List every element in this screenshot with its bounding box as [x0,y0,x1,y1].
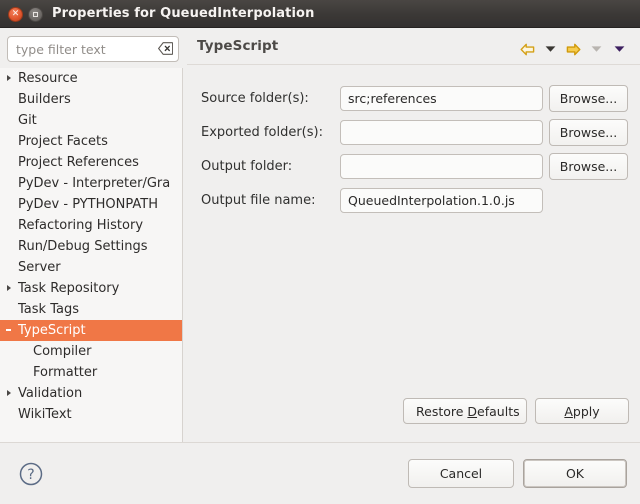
sidebar-item-refactoring-history[interactable]: Refactoring History [0,215,182,236]
clear-backspace-icon[interactable] [158,42,173,55]
expand-arrow-open-icon[interactable] [6,329,11,331]
output-folder-label: Output folder: [201,159,293,174]
form-row: Output folder: Browse... [187,152,640,186]
maximize-square-glyph [33,12,38,17]
exported-folder-s-browse-button[interactable]: Browse... [549,119,628,146]
sidebar-item-label: Task Repository [18,281,120,296]
close-x-glyph: ✕ [11,9,20,19]
output-folder-browse-button[interactable]: Browse... [549,153,628,180]
source-folder-s-label: Source folder(s): [201,91,309,106]
sidebar-item-label: Project References [18,155,139,170]
source-folder-s-input[interactable] [340,86,543,111]
sidebar-item-project-facets[interactable]: Project Facets [0,131,182,152]
sidebar-item-run-debug-settings[interactable]: Run/Debug Settings [0,236,182,257]
restore-defaults-mnemonic: D [467,403,478,419]
form-action-buttons: Restore Defaults Apply [403,398,629,424]
sidebar-item-resource[interactable]: Resource [0,68,182,89]
sidebar-item-compiler[interactable]: Compiler [0,341,182,362]
sidebar-item-label: Formatter [33,365,98,380]
apply-post: pply [572,403,600,419]
sidebar-item-label: Validation [18,386,83,401]
apply-button[interactable]: Apply [535,398,629,424]
help-question-icon[interactable]: ? [18,461,44,487]
form-row: Exported folder(s): Browse... [187,118,640,152]
dialog-footer: ? Cancel OK [0,443,640,504]
forward-arrow-icon[interactable] [563,40,584,58]
window-title: Properties for QueuedInterpolation [52,6,315,21]
output-file-name-input[interactable] [340,188,543,213]
restore-defaults-post: efaults [477,403,520,419]
cancel-button[interactable]: Cancel [408,459,514,488]
sidebar-item-label: Run/Debug Settings [18,239,148,254]
sidebar-item-pydev-pythonpath[interactable]: PyDev - PYTHONPATH [0,194,182,215]
navigation-toolbar [517,40,630,58]
restore-defaults-button[interactable]: Restore Defaults [403,398,527,424]
sidebar-item-task-repository[interactable]: Task Repository [0,278,182,299]
expand-arrow-icon[interactable] [7,390,11,396]
settings-sidebar: Resource Builders Git Project Facets Project… [0,28,186,442]
output-file-name-label: Output file name: [201,193,316,208]
back-arrow-icon[interactable] [517,40,538,58]
restore-defaults-pre: Restore [416,403,468,419]
page-title: TypeScript [197,38,279,54]
expand-arrow-icon[interactable] [7,285,11,291]
svg-text:?: ? [27,467,34,483]
expand-arrow-icon[interactable] [7,75,11,81]
source-folder-s-browse-button[interactable]: Browse... [549,85,628,112]
sidebar-item-label: WikiText [18,407,72,422]
sidebar-item-label: Project Facets [18,134,108,149]
close-icon[interactable]: ✕ [8,7,23,22]
sidebar-item-label: Resource [18,71,78,86]
sidebar-item-validation[interactable]: Validation [0,383,182,404]
sidebar-item-label: TypeScript [18,323,86,338]
sidebar-item-formatter[interactable]: Formatter [0,362,182,383]
window-titlebar: ✕ Properties for QueuedInterpolation [0,0,640,28]
sidebar-item-builders[interactable]: Builders [0,89,182,110]
view-menu-dropdown-icon[interactable] [609,40,630,58]
sidebar-item-git[interactable]: Git [0,110,182,131]
sidebar-item-label: Task Tags [18,302,79,317]
apply-mnemonic: A [564,403,573,419]
forward-history-dropdown-icon [586,40,607,58]
filter-field-wrapper [7,36,179,62]
ok-button[interactable]: OK [523,459,627,488]
maximize-icon[interactable] [28,7,43,22]
output-folder-input[interactable] [340,154,543,179]
form-row: Output file name: [187,186,640,220]
sidebar-item-label: Server [18,260,61,275]
settings-content-pane: TypeScript Source folder(s): src;referen… [187,28,640,442]
settings-tree[interactable]: Resource Builders Git Project Facets Project… [0,68,183,442]
sidebar-item-label: Git [18,113,37,128]
sidebar-item-typescript[interactable]: TypeScript [0,320,182,341]
sidebar-item-label: Compiler [33,344,92,359]
filter-input[interactable] [7,36,179,62]
exported-folder-s-input[interactable] [340,120,543,145]
form-row: Source folder(s): Browse... [187,84,640,118]
sidebar-item-task-tags[interactable]: Task Tags [0,299,182,320]
sidebar-item-project-references[interactable]: Project References [0,152,182,173]
sidebar-item-label: PyDev - PYTHONPATH [18,197,158,212]
sidebar-item-label: PyDev - Interpreter/Gra [18,176,171,191]
sidebar-item-label: Refactoring History [18,218,144,233]
properties-dialog: ✕ Properties for QueuedInterpolation Res… [0,0,640,504]
exported-folder-s-label: Exported folder(s): [201,125,323,140]
sidebar-item-label: Builders [18,92,71,107]
sidebar-item-server[interactable]: Server [0,257,182,278]
sidebar-item-wikitext[interactable]: WikiText [0,404,182,425]
header-separator [187,64,640,65]
typescript-settings-form: Source folder(s):Browse...Exported folde… [187,84,640,220]
back-history-dropdown-icon[interactable] [540,40,561,58]
dialog-action-buttons: Cancel OK [408,459,627,488]
sidebar-item-pydev-interpreter-gra[interactable]: PyDev - Interpreter/Gra [0,173,182,194]
